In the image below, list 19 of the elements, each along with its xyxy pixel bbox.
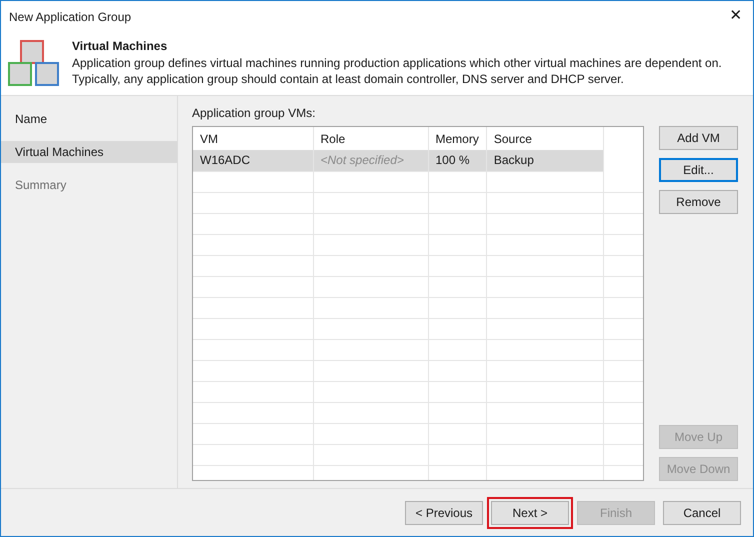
window-title: New Application Group xyxy=(9,8,132,26)
page-title: Virtual Machines xyxy=(72,38,168,55)
wizard-step[interactable]: Summary xyxy=(1,174,177,196)
wizard-step[interactable]: Virtual Machines xyxy=(1,141,177,163)
dialog-button[interactable]: < Previous xyxy=(405,500,483,524)
table-label: Application group VMs: xyxy=(192,105,316,122)
dialog-button[interactable]: Cancel xyxy=(663,500,741,524)
dialog-button[interactable]: Edit... xyxy=(659,158,738,182)
page-description: Application group defines virtual machines running production applications which other virtual machines are dependent on. Typically, any application group should contain at least domain controller, DNS server and DHCP server. xyxy=(72,55,723,87)
dialog-button[interactable]: Add VM xyxy=(659,126,738,150)
table-cell: <Not specified> xyxy=(313,150,428,171)
table-cell: Backup xyxy=(486,150,604,171)
dialog-button[interactable]: Next > xyxy=(491,500,569,524)
dialog-button[interactable]: Remove xyxy=(659,190,738,214)
table-cell: 100 % xyxy=(428,150,486,171)
wizard-step[interactable]: Name xyxy=(1,108,177,130)
close-button[interactable]: ✕ xyxy=(719,2,753,32)
virtual-machines-icon xyxy=(8,40,60,86)
table-cell: W16ADC xyxy=(193,150,313,171)
